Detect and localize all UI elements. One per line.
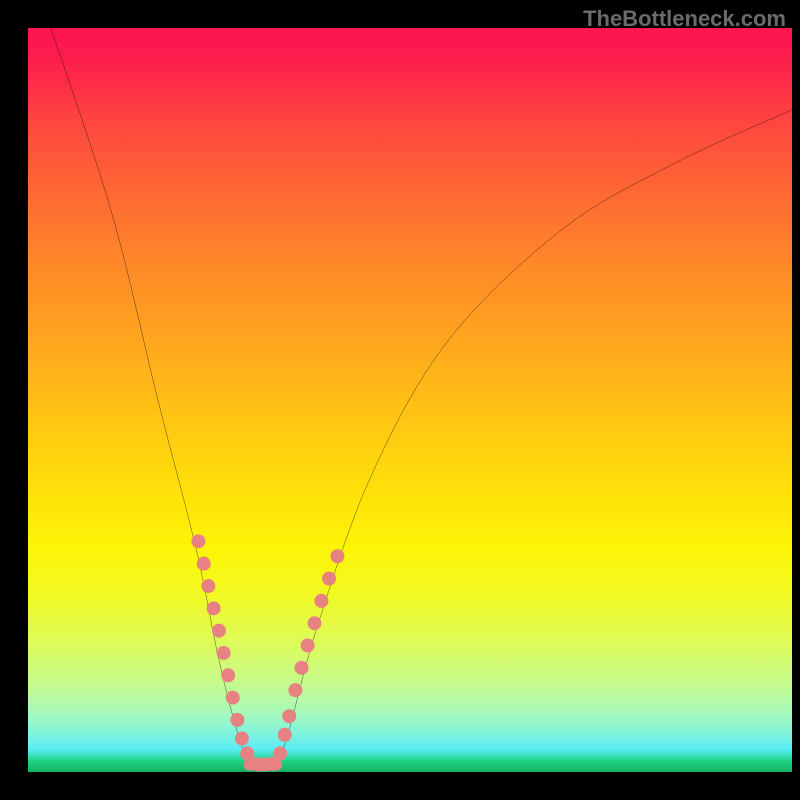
data-dot <box>330 549 344 563</box>
data-dot <box>207 601 221 615</box>
data-dot <box>191 534 205 548</box>
data-dot <box>226 691 240 705</box>
data-dot <box>217 646 231 660</box>
watermark-text: TheBottleneck.com <box>583 6 786 32</box>
data-dot <box>295 661 309 675</box>
data-dot <box>265 757 279 771</box>
data-dot <box>288 683 302 697</box>
data-dot <box>197 557 211 571</box>
data-dot <box>308 616 322 630</box>
data-dots <box>191 534 344 771</box>
data-dot <box>314 594 328 608</box>
data-dot <box>230 713 244 727</box>
data-dot <box>201 579 215 593</box>
data-dot <box>322 572 336 586</box>
dots-layer <box>28 28 792 772</box>
data-dot <box>212 624 226 638</box>
data-dot <box>235 732 249 746</box>
data-dot <box>282 709 296 723</box>
data-dot <box>301 639 315 653</box>
data-dot <box>278 728 292 742</box>
data-dot <box>221 668 235 682</box>
chart-area <box>28 28 792 772</box>
